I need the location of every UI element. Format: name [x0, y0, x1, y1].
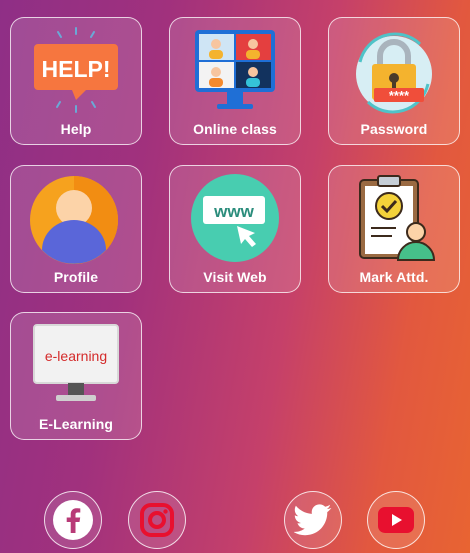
clipboard-check-icon [359, 175, 436, 261]
instagram-icon [140, 503, 174, 537]
visit-web-label: Visit Web [203, 269, 267, 285]
youtube-icon [378, 507, 414, 533]
user-avatar-icon [30, 176, 118, 264]
mark-attendance-label: Mark Attd. [359, 269, 429, 285]
help-label: Help [60, 121, 92, 137]
online-class-label: Online class [193, 121, 277, 137]
help-tile[interactable]: HELP! Help [10, 17, 142, 145]
youtube-button[interactable] [367, 491, 425, 549]
twitter-icon [294, 504, 332, 536]
profile-tile[interactable]: Profile [10, 165, 142, 293]
monitor-icon: e-learning [33, 324, 119, 401]
www-text: www [213, 202, 254, 221]
e-learning-label: E-Learning [38, 416, 114, 432]
video-conference-icon [195, 30, 275, 109]
facebook-icon [53, 500, 93, 540]
help-icon-text: HELP! [42, 56, 111, 82]
instagram-button[interactable] [128, 491, 186, 549]
lock-icon: **** [356, 32, 432, 114]
web-browser-icon: www [191, 174, 279, 262]
e-learning-screen-text: e-learning [45, 348, 107, 364]
password-tile[interactable]: **** Password [328, 17, 460, 145]
mark-attendance-tile[interactable]: Mark Attd. [328, 165, 460, 293]
password-icon-text: **** [389, 88, 410, 103]
help-icon: HELP! [34, 27, 118, 113]
online-class-tile[interactable]: Online class [169, 17, 301, 145]
facebook-button[interactable] [44, 491, 102, 549]
password-label: Password [360, 121, 428, 137]
profile-label: Profile [53, 269, 99, 285]
e-learning-tile[interactable]: e-learning E-Learning [10, 312, 142, 440]
visit-web-tile[interactable]: www Visit Web [169, 165, 301, 293]
twitter-button[interactable] [284, 491, 342, 549]
